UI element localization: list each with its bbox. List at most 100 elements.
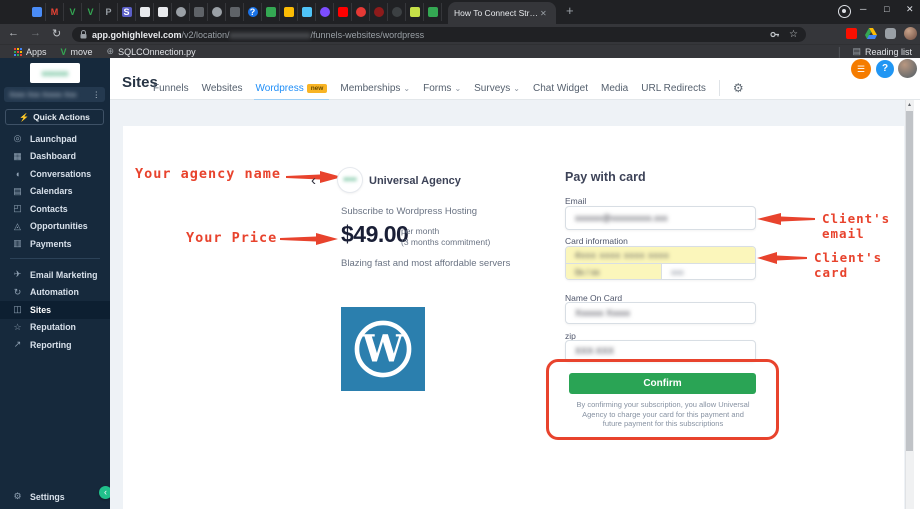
pinned-tab-icon[interactable] [136,3,154,21]
account-selector[interactable]: Xxxx Xxx Xxxxx Xxx ⋮ [4,87,105,102]
bookmark-label: SQLCOnnection.py [118,46,196,57]
new-tab-button[interactable]: + [566,3,574,18]
browser-active-tab[interactable]: How To Connect Stripe To Your A ✕ [448,2,556,24]
sidebar-item-automation[interactable]: ↻ Automation [0,284,110,302]
tab-media[interactable]: Media [601,83,628,94]
sidebar-item-payments[interactable]: ▥ Payments [0,235,110,253]
help-button[interactable]: ? [876,60,894,78]
pinned-tab-icon[interactable]: V [82,3,100,21]
sidebar-item-email-marketing[interactable]: ✈ Email Marketing [0,266,110,284]
user-avatar[interactable] [898,59,917,78]
sidebar-divider [10,258,100,259]
pinned-tab-icon[interactable] [280,3,298,21]
sidebar-item-reporting[interactable]: ↗ Reporting [0,336,110,354]
tab-title: How To Connect Stripe To Your A [454,8,538,18]
scrollbar-thumb[interactable] [906,111,913,451]
confirm-button[interactable]: Confirm [569,373,756,394]
quick-actions-button[interactable]: ⚡ Quick Actions [5,109,104,125]
sidebar-item-conversations[interactable]: ◖ Conversations [0,165,110,183]
pinned-tab-icon[interactable] [352,3,370,21]
card-number-field[interactable]: 4xxx xxxx xxxx xxxx [566,247,755,264]
window-maximize-button[interactable]: □ [884,4,889,14]
merchant-logo: xxxx [337,167,363,193]
bookmarks-bar: Apps V move ⊕ SQLCOnnection.py │ ▤ Readi… [0,44,920,58]
forward-button[interactable]: → [30,27,41,39]
sidebar-item-settings[interactable]: ⚙ Settings [0,488,110,506]
star-icon: ☆ [13,321,22,332]
tab-forms[interactable]: Forms ⌄ [423,83,461,94]
tab-url-redirects[interactable]: URL Redirects [641,83,706,94]
bookmark-move[interactable]: V move [61,47,93,57]
bookmark-apps[interactable]: Apps [14,47,47,57]
bookmark-label: move [70,46,93,57]
pinned-tab-icon[interactable] [370,3,388,21]
sidebar-item-dashboard[interactable]: ▦ Dashboard [0,148,110,166]
pinned-tab-icon[interactable] [28,3,46,21]
reading-list-button[interactable]: ▤ Reading list [852,46,912,57]
nav-divider [718,80,720,96]
tab-websites[interactable]: Websites [202,83,243,94]
pinned-tab-icon[interactable]: P [100,3,118,21]
browser-profile-icon[interactable] [838,5,851,18]
pinned-tab-icon[interactable] [172,3,190,21]
sidebar-item-reputation[interactable]: ☆ Reputation [0,319,110,337]
tab-surveys[interactable]: Surveys ⌄ [474,83,520,94]
pinned-tab-icon[interactable] [406,3,424,21]
drive-extension-icon[interactable] [865,28,877,39]
browser-avatar[interactable] [904,27,917,40]
email-field[interactable]: xxxxxx@xxxxxxxxx.xxx [565,206,756,230]
window-minimize-button[interactable]: ─ [860,4,866,14]
pinned-tab-icon[interactable] [154,3,172,21]
pinned-tab-icon[interactable] [190,3,208,21]
bookmark-sqlconnection[interactable]: ⊕ SQLCOnnection.py [107,46,196,57]
sidebar-item-calendars[interactable]: ▤ Calendars [0,183,110,201]
tab-wordpress[interactable]: Wordpress new [253,83,330,102]
adobe-extension-icon[interactable] [846,28,857,39]
card-information-group: 4xxx xxxx xxxx xxxx 0x / xx xxx [565,246,756,280]
agency-logo: xxxxxx [30,63,80,83]
address-bar[interactable]: app.gohighlevel.com/v2/location/xxxxxxxx… [72,27,806,42]
zip-value: XXX-XXX [575,346,615,356]
sidebar-item-contacts[interactable]: ◰ Contacts [0,200,110,218]
refresh-button[interactable]: ↻ [52,27,61,40]
selector-menu-icon: ⋮ [92,90,101,99]
sites-settings-gear-icon[interactable]: ⚙ [733,81,744,95]
puzzle-extensions-icon[interactable] [885,28,896,39]
pinned-tab-icon[interactable]: S [118,3,136,21]
sidebar-item-opportunities[interactable]: ◬ Opportunities [0,218,110,236]
card-cvc-field[interactable]: xxx [662,264,755,279]
agency-logo-text: xxxxxx [41,68,69,78]
checkout-back-chevron[interactable]: ‹ [311,172,316,189]
pinned-tab-icon[interactable] [334,3,352,21]
chevron-down-icon: ⌄ [513,83,520,93]
bookmark-star-icon[interactable]: ☆ [789,29,798,40]
password-key-icon[interactable] [770,30,780,39]
pinned-tab-icon[interactable]: M [46,3,64,21]
changelog-button[interactable]: ☰ [851,59,871,79]
pinned-tab-icon[interactable] [208,3,226,21]
wordpress-logo: W [341,307,425,391]
pinned-tab-icon[interactable]: V [64,3,82,21]
pay-with-card-title: Pay with card [565,170,646,184]
pinned-tab-icon[interactable] [316,3,334,21]
tab-memberships[interactable]: Memberships ⌄ [340,83,410,94]
pinned-tab-icon[interactable] [298,3,316,21]
pinned-tab-icon[interactable]: ? [244,3,262,21]
window-close-button[interactable]: ✕ [906,4,914,15]
price-commitment: (3 months commitment) [401,237,491,247]
pinned-tab-icon[interactable] [226,3,244,21]
url-path-redacted: xxxxxxxxxxxxxxxxxx [229,29,311,40]
url-domain: app.gohighlevel.com [92,29,182,40]
pinned-tab-icon[interactable] [262,3,280,21]
tab-funnels[interactable]: Funnels [153,83,189,94]
tab-chat-widget[interactable]: Chat Widget [533,83,588,94]
card-expiry-field[interactable]: 0x / xx [566,264,662,279]
pinned-tab-icon[interactable] [388,3,406,21]
sidebar-item-launchpad[interactable]: ◎ Launchpad [0,130,110,148]
name-on-card-field[interactable]: Xxxxxx Xxxxx [565,302,756,324]
scrollbar-up-arrow[interactable]: ▴ [905,100,914,111]
sidebar-item-sites[interactable]: ◫ Sites [0,301,110,319]
back-button[interactable]: ← [8,27,19,39]
tab-close-icon[interactable]: ✕ [540,9,547,18]
pinned-tab-icon[interactable] [424,3,442,21]
